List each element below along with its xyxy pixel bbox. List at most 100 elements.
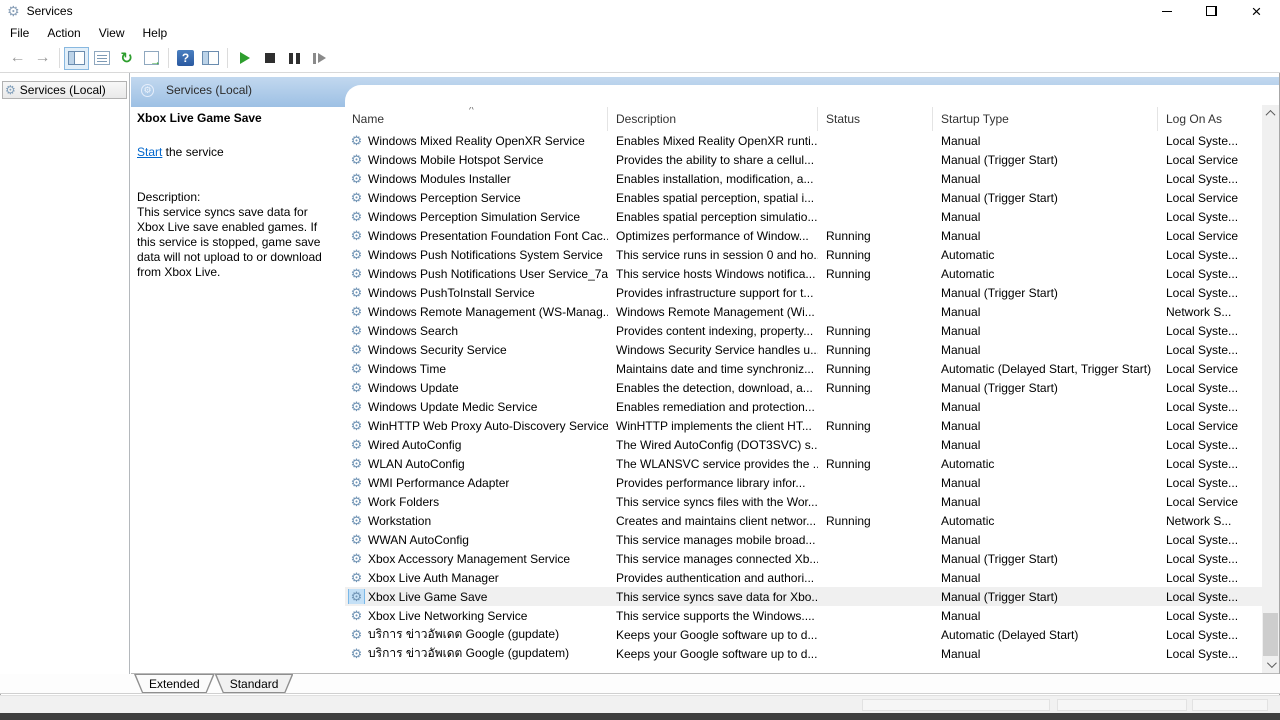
close-button[interactable]: × [1234,1,1279,21]
service-action-rest: the service [162,145,223,159]
service-row[interactable]: ⚙ WMI Performance Adapter Provides perfo… [345,473,1262,492]
service-row[interactable]: ⚙ Windows Security Service Windows Secur… [345,340,1262,359]
service-log-on-as: Local Syste... [1158,552,1262,566]
toolbar-separator [227,48,228,68]
column-header-log-on-as[interactable]: Log On As [1158,107,1262,131]
refresh-button[interactable]: ↻ [114,47,139,70]
service-row[interactable]: ⚙ Windows Presentation Foundation Font C… [345,226,1262,245]
service-row[interactable]: ⚙ Windows Perception Service Enables spa… [345,188,1262,207]
service-row[interactable]: ⚙ Windows Remote Management (WS-Manag...… [345,302,1262,321]
service-name: บริการ ข่าวอัพเดต Google (gupdate) [368,625,559,644]
service-gear-icon: ⚙ [351,457,363,470]
service-gear-icon: ⚙ [351,419,363,432]
service-name: Xbox Live Auth Manager [368,571,499,585]
show-action-pane-button[interactable] [198,47,223,70]
service-log-on-as: Local Syste... [1158,457,1262,471]
service-gear-icon: ⚙ [351,248,363,261]
menu-action[interactable]: Action [38,22,89,44]
service-gear-icon: ⚙ [351,552,363,565]
service-row[interactable]: ⚙ Windows Push Notifications User Servic… [345,264,1262,283]
service-name: Windows Remote Management (WS-Manag... [368,305,608,319]
service-row[interactable]: ⚙ Workstation Creates and maintains clie… [345,511,1262,530]
service-row[interactable]: ⚙ บริการ ข่าวอัพเดต Google (gupdate) Kee… [345,625,1262,644]
service-name: Windows Presentation Foundation Font Cac… [368,229,608,243]
show-console-tree-button[interactable] [64,47,89,70]
tab-extended[interactable]: Extended [134,674,215,693]
services-local-tab[interactable]: ⚙ Services (Local) [141,83,252,97]
service-row[interactable]: ⚙ WinHTTP Web Proxy Auto-Discovery Servi… [345,416,1262,435]
export-list-button[interactable] [139,47,164,70]
tree-item-services-local[interactable]: ⚙ Services (Local) [2,81,127,99]
chevron-up-icon [1266,110,1276,120]
tab-standard[interactable]: Standard [215,674,294,693]
service-startup-type: Manual (Trigger Start) [933,590,1158,604]
service-row[interactable]: ⚙ Windows Update Medic Service Enables r… [345,397,1262,416]
service-name: WMI Performance Adapter [368,476,509,490]
menu-view[interactable]: View [90,22,134,44]
service-name: Windows Time [368,362,446,376]
service-row[interactable]: ⚙ Windows Perception Simulation Service … [345,207,1262,226]
column-header-description[interactable]: Description [608,107,818,131]
restart-service-button[interactable] [307,47,332,70]
column-header-status[interactable]: Status [818,107,933,131]
service-row[interactable]: ⚙ Work Folders This service syncs files … [345,492,1262,511]
service-row[interactable]: ⚙ WWAN AutoConfig This service manages m… [345,530,1262,549]
scroll-up-button[interactable] [1262,105,1279,122]
service-status: Running [818,457,933,471]
column-header-startup-type[interactable]: Startup Type [933,107,1158,131]
service-name: WWAN AutoConfig [368,533,469,547]
service-name: Windows Push Notifications System Servic… [368,248,603,262]
properties-icon [94,51,110,65]
service-row[interactable]: ⚙ Wired AutoConfig The Wired AutoConfig … [345,435,1262,454]
start-service-link[interactable]: Start [137,145,162,159]
service-name: Windows Perception Service [368,191,521,205]
forward-button[interactable]: → [30,47,55,70]
service-row[interactable]: ⚙ Xbox Accessory Management Service This… [345,549,1262,568]
service-row[interactable]: ⚙ Windows Push Notifications System Serv… [345,245,1262,264]
service-row[interactable]: ⚙ Windows Modules Installer Enables inst… [345,169,1262,188]
scrollbar-thumb[interactable] [1263,613,1278,656]
service-name: Windows Update Medic Service [368,400,537,414]
properties-button[interactable] [89,47,114,70]
minimize-button[interactable] [1144,1,1189,21]
menu-help[interactable]: Help [134,22,177,44]
menu-file[interactable]: File [1,22,38,44]
service-startup-type: Manual [933,419,1158,433]
service-row[interactable]: ⚙ Windows Search Provides content indexi… [345,321,1262,340]
restore-button[interactable] [1189,1,1234,21]
service-row[interactable]: ⚙ Windows Mixed Reality OpenXR Service E… [345,131,1262,150]
service-row[interactable]: ⚙ Xbox Live Networking Service This serv… [345,606,1262,625]
detail-pane: Xbox Live Game Save Start the service De… [131,107,345,673]
service-log-on-as: Local Syste... [1158,590,1262,604]
service-gear-icon: ⚙ [351,191,363,204]
service-log-on-as: Local Syste... [1158,210,1262,224]
service-name: Xbox Accessory Management Service [368,552,570,566]
service-row[interactable]: ⚙ Xbox Live Game Save This service syncs… [345,587,1262,606]
service-row[interactable]: ⚙ WLAN AutoConfig The WLANSVC service pr… [345,454,1262,473]
service-row[interactable]: ⚙ บริการ ข่าวอัพเดต Google (gupdatem) Ke… [345,644,1262,663]
service-row[interactable]: ⚙ Windows Mobile Hotspot Service Provide… [345,150,1262,169]
scroll-down-button[interactable] [1262,656,1279,673]
service-name: Xbox Live Game Save [368,590,487,604]
action-pane-icon [202,51,219,65]
status-pane [1057,699,1187,711]
service-row[interactable]: ⚙ Windows PushToInstall Service Provides… [345,283,1262,302]
vertical-scrollbar[interactable] [1262,105,1279,673]
service-row[interactable]: ⚙ Windows Update Enables the detection, … [345,378,1262,397]
service-row[interactable]: ⚙ Xbox Live Auth Manager Provides authen… [345,568,1262,587]
back-button[interactable]: ← [5,47,30,70]
toolbar-separator [168,48,169,68]
service-name: Windows Search [368,324,458,338]
start-service-button[interactable] [232,47,257,70]
service-description: WinHTTP implements the client HT... [608,419,818,433]
service-gear-icon: ⚙ [351,229,363,242]
help-button[interactable]: ? [173,47,198,70]
service-description: This service supports the Windows.... [608,609,818,623]
stop-service-button[interactable] [257,47,282,70]
column-header-name[interactable]: Name ^ [345,107,608,131]
service-row[interactable]: ⚙ Windows Time Maintains date and time s… [345,359,1262,378]
service-log-on-as: Local Syste... [1158,628,1262,642]
service-description: Enables installation, modification, a... [608,172,818,186]
restore-icon [1206,6,1217,16]
pause-service-button[interactable] [282,47,307,70]
